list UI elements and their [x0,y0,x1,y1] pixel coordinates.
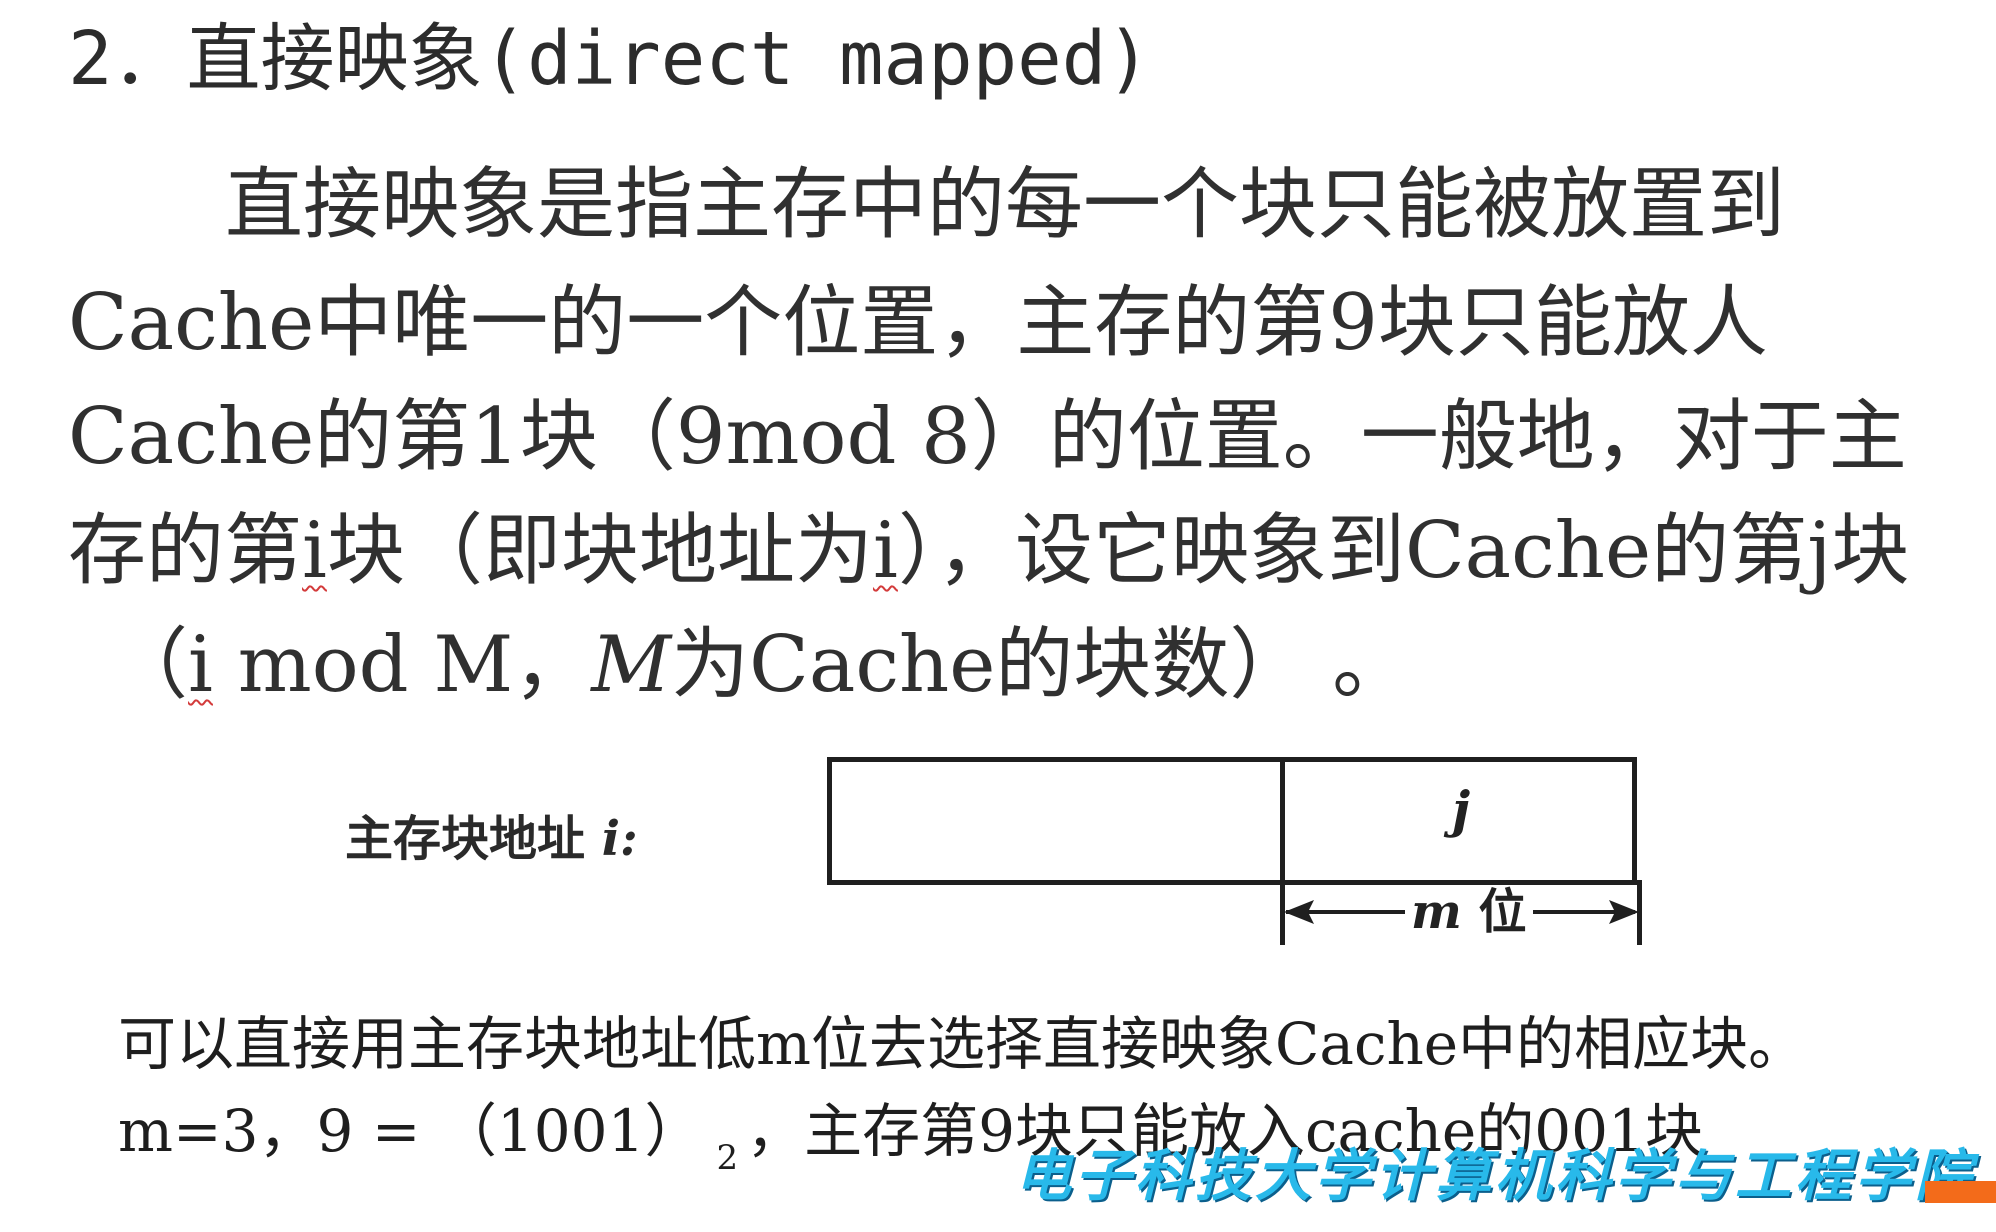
university-watermark: 电子科技大学计算机科学与工程学院 [1015,1143,1975,1209]
variable-i-underlined: i [302,506,327,596]
variable-i-underlined: i [188,620,213,710]
orange-accent-bar [1925,1181,1996,1203]
paragraph-line-5-part1: （ [110,620,189,710]
paragraph-line-5-part3: 为Cache的块数） 。 [671,620,1411,710]
note-line-1: 可以直接用主存块地址低m位去选择直接映象Cache中的相应块。 [118,1010,1807,1078]
paragraph-line-4-part3: ），设它映象到Cache的第j块 [897,506,1910,596]
paragraph-line-4: 存的第i块（即块地址为i），设它映象到Cache的第j块 [68,512,1909,590]
paragraph-line-4-part1: 存的第 [68,506,303,596]
base-subscript: 2 [716,1138,739,1178]
section-title: 2．直接映象(direct mapped) [68,16,1151,102]
slide: 2．直接映象(direct mapped) 直接映象是指主存中的每一个块只能被放… [0,0,1996,1232]
m-bits-word: 位 [1461,884,1527,940]
diagram-address-label: 主存块地址 i: [345,815,638,863]
paragraph-line-2: Cache中唯一的一个位置，主存的第9块只能放人 [68,278,1768,368]
diagram-label-var: i: [601,811,638,867]
cache-index-field-label: j [1452,780,1471,839]
paragraph-line-5: （i mod M，M为Cache的块数） 。 [110,626,1410,704]
diagram-label-text: 主存块地址 [345,811,602,867]
paragraph-line-4-part2: 块（即块地址为 [326,506,873,596]
variable-i-underlined: i [872,506,898,596]
m-bits-var: m [1411,884,1462,940]
m-bits-label: m 位 [1405,888,1533,936]
block-address-box [827,757,1637,885]
note-line-2-prefix: m=3，9 = （1001） [118,1097,703,1165]
variable-m-italic: M [591,620,672,710]
paragraph-line-5-part2: mod M， [212,620,592,710]
paragraph-line-3: Cache的第1块（9mod 8）的位置。一般地，对于主 [68,392,1907,482]
paragraph-line-1: 直接映象是指主存中的每一个块只能被放置到 [225,160,1786,250]
